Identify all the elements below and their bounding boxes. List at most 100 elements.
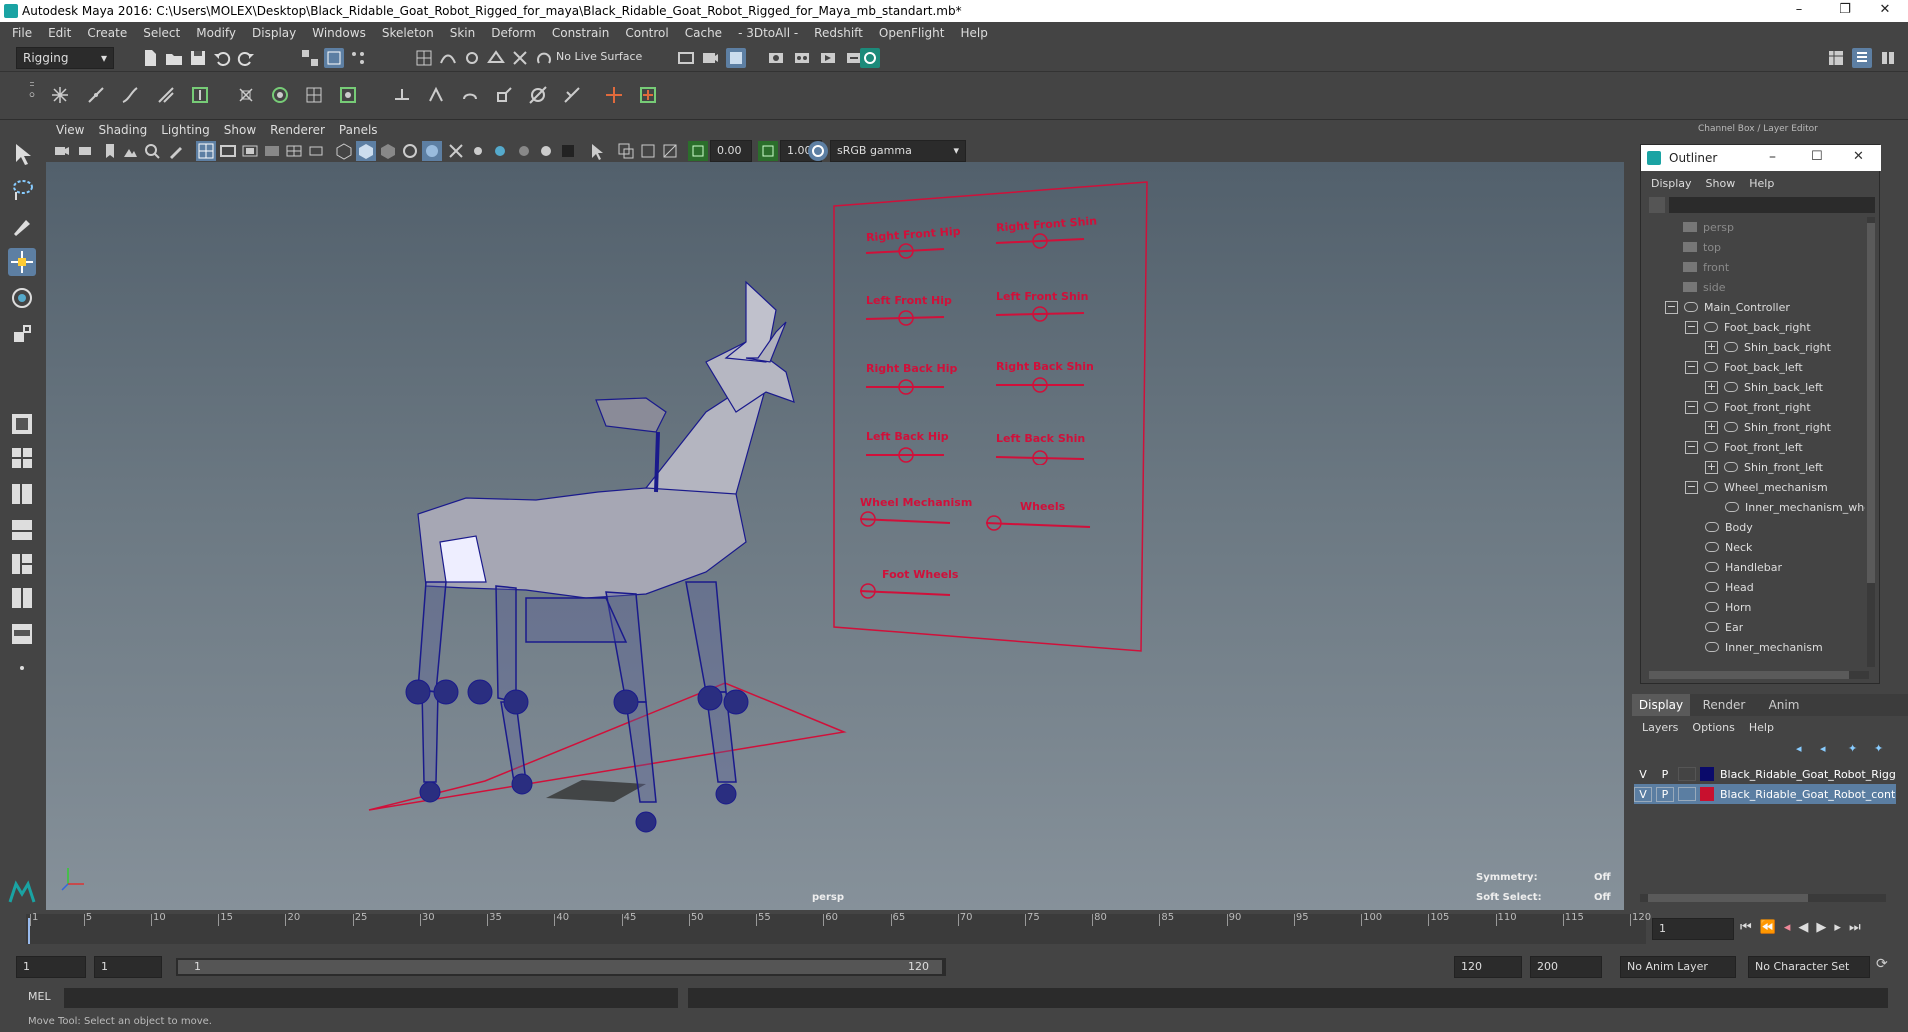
texture-icon[interactable] — [660, 141, 680, 161]
parent-constraint-icon[interactable] — [392, 85, 412, 105]
custom-layout-icon[interactable] — [8, 584, 36, 612]
range-handle[interactable]: 1 120 — [178, 960, 942, 974]
menu-file[interactable]: File — [12, 26, 32, 40]
viewport-menu-lighting[interactable]: Lighting — [161, 123, 210, 137]
2d-pan-zoom-icon[interactable] — [142, 141, 162, 161]
menu-control[interactable]: Control — [625, 26, 668, 40]
mel-label[interactable]: MEL — [28, 990, 51, 1003]
live-surface-field[interactable]: No Live Surface — [556, 50, 642, 63]
screen-space-ao-icon[interactable] — [514, 141, 534, 161]
step-forward-frame-icon[interactable]: ▸ — [1834, 920, 1841, 940]
four-view-layout-icon[interactable] — [8, 444, 36, 472]
viewport-menu-renderer[interactable]: Renderer — [270, 123, 325, 137]
wireframe-on-shaded-icon[interactable] — [400, 141, 420, 161]
snap-curve-icon[interactable] — [438, 48, 458, 68]
frame-selected-icon[interactable] — [638, 141, 658, 161]
layer-name[interactable]: Black_Ridable_Goat_Robot_Rigg — [1720, 768, 1896, 781]
tab-render[interactable]: Render — [1694, 694, 1754, 716]
outliner-item-horn[interactable]: Horn — [1705, 597, 1751, 617]
right-back-hip-slider[interactable] — [866, 375, 946, 395]
workspace-icon[interactable] — [1826, 48, 1846, 68]
collapse-icon[interactable]: − — [1685, 320, 1698, 334]
viewport-menu-view[interactable]: View — [56, 123, 84, 137]
layer-display-type[interactable] — [1678, 787, 1696, 801]
frame-all-icon[interactable] — [616, 141, 636, 161]
layer-row-controls[interactable]: V P Black_Ridable_Goat_Robot_cont — [1634, 784, 1896, 804]
motion-blur-icon[interactable] — [536, 141, 556, 161]
outliner-hscroll-thumb[interactable] — [1649, 671, 1849, 679]
collapse-icon[interactable]: − — [1685, 360, 1698, 374]
go-to-start-icon[interactable]: ⏮ — [1740, 920, 1752, 940]
collapse-icon[interactable]: − — [1685, 440, 1698, 454]
scale-tool-icon[interactable] — [8, 320, 36, 348]
outliner-scroll-thumb[interactable] — [1867, 223, 1875, 583]
right-back-hip-control[interactable]: Right Back Hip — [866, 362, 957, 398]
layer-visibility-toggle[interactable]: V — [1634, 786, 1652, 802]
resolution-gate-icon[interactable] — [240, 141, 260, 161]
shadows-icon[interactable] — [490, 141, 510, 161]
channel-box-toggle-icon[interactable] — [1852, 48, 1872, 68]
rotate-tool-icon[interactable] — [8, 284, 36, 312]
tab-display[interactable]: Display — [1632, 694, 1690, 716]
snap-point-icon[interactable] — [462, 48, 482, 68]
make-live-icon[interactable] — [534, 48, 554, 68]
menu-redshift[interactable]: Redshift — [814, 26, 863, 40]
outliner-item-shin-back-right[interactable]: + Shin_back_right — [1705, 337, 1831, 357]
layer-name[interactable]: Black_Ridable_Goat_Robot_cont — [1720, 788, 1895, 801]
safe-action-icon[interactable] — [306, 141, 326, 161]
gate-mask-icon[interactable] — [262, 141, 282, 161]
layer-color-swatch[interactable] — [1700, 767, 1714, 781]
view-transform-dropdown[interactable]: sRGB gamma ▾ — [830, 140, 966, 162]
outliner-item-wheel-mechanism[interactable]: − Wheel_mechanism — [1685, 477, 1828, 497]
outliner-item-ear[interactable]: Ear — [1705, 617, 1743, 637]
outliner-horizontal-scrollbar[interactable] — [1649, 671, 1869, 679]
more-layouts-icon[interactable] — [8, 654, 36, 682]
outliner-item-foot-front-left[interactable]: − Foot_front_left — [1685, 437, 1803, 457]
hypershade-icon[interactable] — [792, 48, 812, 68]
layer-playback-toggle[interactable]: P — [1656, 786, 1674, 802]
time-ruler[interactable]: 1 5 10 15 20 25 30 35 40 45 50 55 60 65 70 75 80 85 90 95 10… — [26, 912, 1651, 944]
perspective-viewport[interactable]: Right Front Hip Right Front Shin Left Fr… — [46, 162, 1624, 910]
layer-visibility-toggle[interactable]: V — [1634, 768, 1652, 781]
outliner-item-foot-front-right[interactable]: − Foot_front_right — [1685, 397, 1811, 417]
layer-menu-layers[interactable]: Layers — [1642, 721, 1678, 734]
cluster-icon[interactable] — [338, 85, 358, 105]
left-back-hip-slider[interactable] — [866, 443, 946, 463]
close-button[interactable]: ✕ — [1862, 0, 1908, 22]
persp-graph-layout-icon[interactable] — [8, 516, 36, 544]
viewport-menu-shading[interactable]: Shading — [98, 123, 147, 137]
single-perspective-layout-icon[interactable] — [8, 410, 36, 438]
layer-row-rigg[interactable]: V P Black_Ridable_Goat_Robot_Rigg — [1634, 764, 1896, 784]
character-set-dropdown[interactable]: No Character Set — [1748, 956, 1870, 978]
wheels-slider[interactable] — [985, 513, 1092, 533]
grid-toggle-icon[interactable] — [196, 141, 216, 161]
outliner-item-head[interactable]: Head — [1705, 577, 1754, 597]
menu-modify[interactable]: Modify — [196, 26, 236, 40]
outliner-menu-help[interactable]: Help — [1749, 177, 1774, 190]
outliner-item-front[interactable]: front — [1683, 257, 1729, 277]
menu-3dtoall[interactable]: - 3DtoAll - — [738, 26, 798, 40]
tab-anim[interactable]: Anim — [1756, 694, 1812, 716]
scale-constraint-icon[interactable] — [494, 85, 514, 105]
scene-canvas[interactable] — [46, 162, 1624, 910]
menu-cache[interactable]: Cache — [685, 26, 722, 40]
step-back-frame-icon[interactable]: ◂ — [1784, 920, 1791, 940]
open-scene-icon[interactable] — [164, 48, 184, 68]
menu-skeleton[interactable]: Skeleton — [382, 26, 434, 40]
move-layer-down-icon[interactable]: ◂ — [1820, 742, 1834, 755]
expand-icon[interactable]: + — [1705, 420, 1718, 434]
exposure-field[interactable]: 0.00 — [710, 140, 752, 162]
outliner-maximize-icon[interactable]: ☐ — [1811, 149, 1823, 164]
layer-horizontal-scrollbar[interactable] — [1640, 894, 1886, 902]
viewport-menu-panels[interactable]: Panels — [339, 123, 378, 137]
menu-deform[interactable]: Deform — [491, 26, 536, 40]
anti-aliasing-icon[interactable] — [558, 141, 578, 161]
layer-display-type[interactable] — [1678, 767, 1696, 781]
redo-icon[interactable] — [236, 48, 256, 68]
set-driven-key-icon[interactable] — [638, 85, 658, 105]
move-tool-icon[interactable] — [8, 248, 36, 276]
render-settings-icon[interactable] — [766, 48, 786, 68]
collapse-icon[interactable]: − — [1665, 300, 1678, 314]
bind-skin-icon[interactable] — [236, 85, 256, 105]
play-forward-icon[interactable]: ▶ — [1816, 920, 1826, 940]
